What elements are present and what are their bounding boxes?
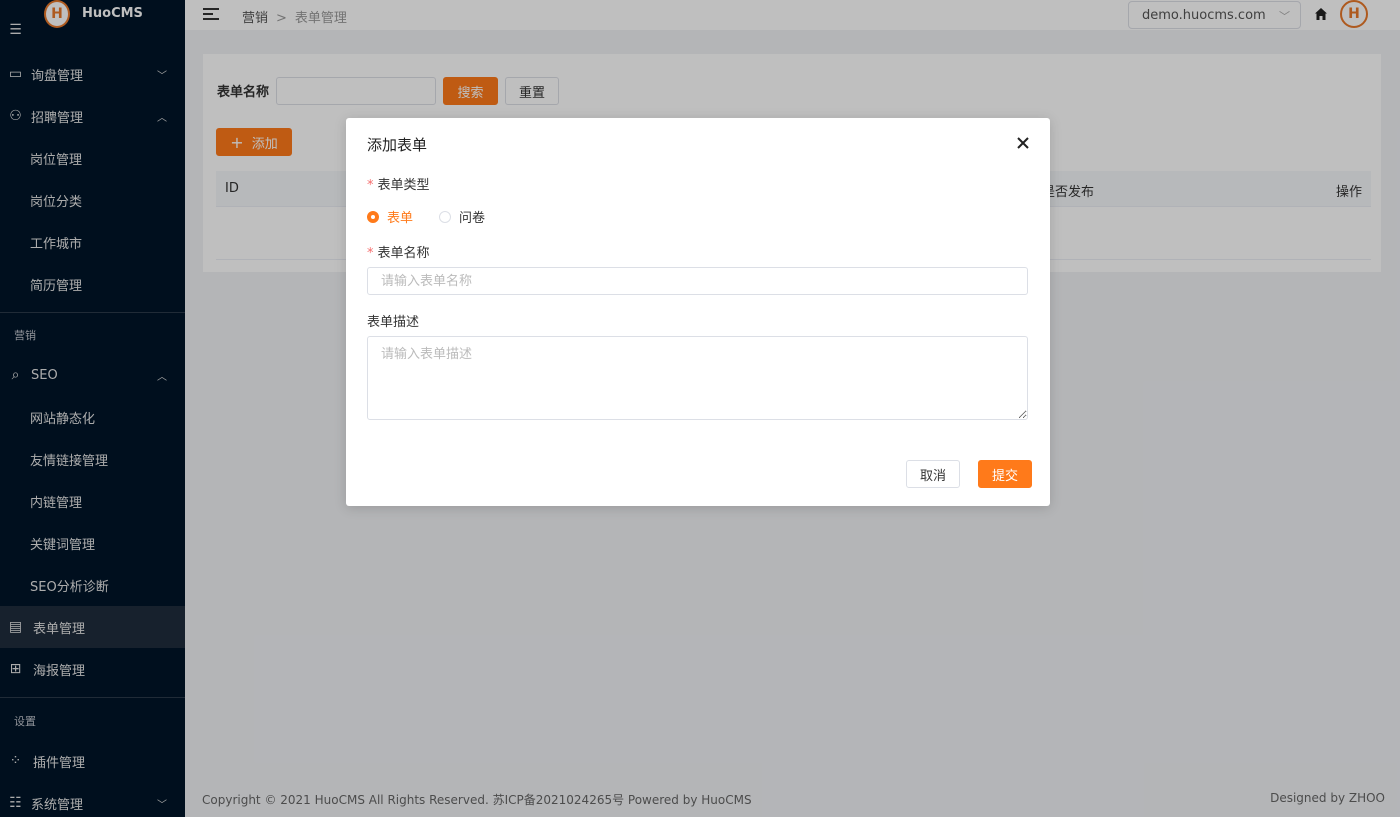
form-type-label-text: 表单类型 (377, 178, 430, 193)
form-name-label: * 表单名称 (367, 242, 430, 261)
radio-checked-icon (367, 210, 379, 223)
dialog-title: 添加表单 (367, 136, 428, 154)
radio-label: 表单 (387, 211, 414, 226)
radio-questionnaire[interactable]: 问卷 (439, 207, 485, 226)
add-form-dialog: 添加表单 *表单类型 表单 问卷 *表单名称 表单描述 取消 提交 (346, 118, 1050, 506)
radio-unchecked-icon (439, 210, 451, 223)
form-desc-textarea[interactable] (367, 336, 1028, 420)
radio-form[interactable]: 表单 (367, 207, 413, 226)
radio-label: 问卷 (459, 211, 486, 226)
form-type-label: * 表单类型 (367, 174, 430, 193)
form-desc-label: 表单描述 (367, 315, 420, 330)
required-mark: * (367, 246, 374, 261)
form-name-label-text: 表单名称 (377, 246, 430, 261)
required-mark: * (367, 178, 374, 193)
submit-button[interactable]: 提交 (978, 460, 1032, 488)
cancel-button[interactable]: 取消 (906, 460, 960, 488)
form-name-input[interactable] (367, 267, 1028, 295)
close-icon[interactable] (1016, 136, 1030, 150)
